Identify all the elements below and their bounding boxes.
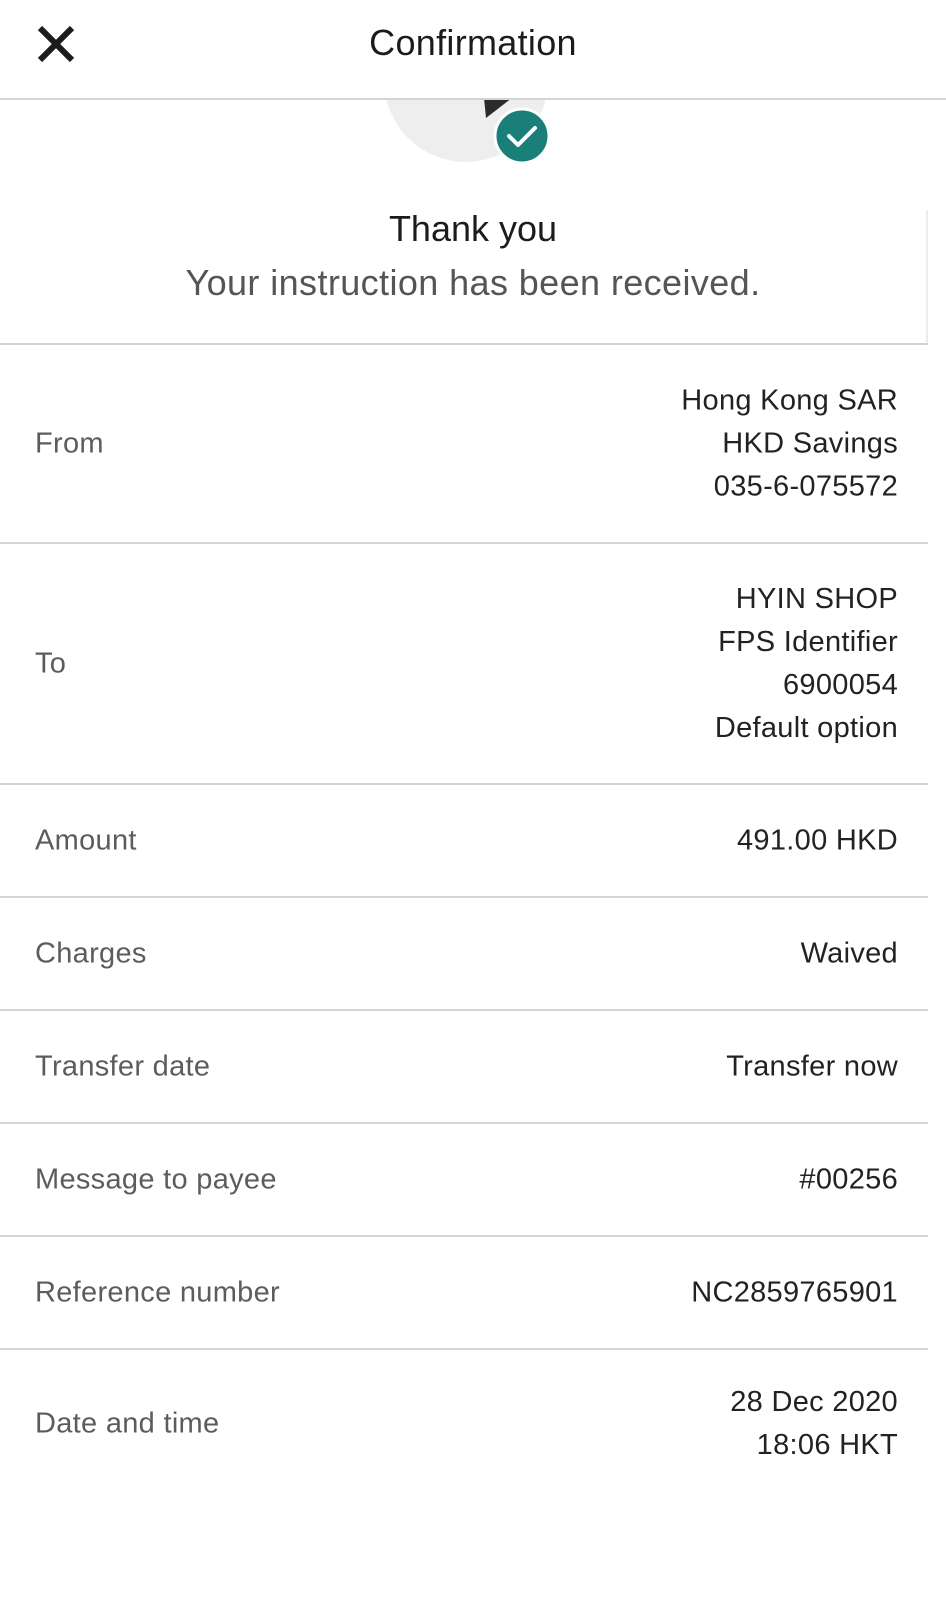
detail-label: Message to payee: [35, 1163, 277, 1195]
payee-option: Default option: [714, 711, 898, 744]
detail-value: HYIN SHOP FPS Identifier 6900054 Default…: [715, 578, 898, 750]
time-value: 18:06 HKT: [756, 1429, 898, 1461]
detail-value: Hong Kong SAR HKD Savings 035-6-075572: [681, 379, 898, 508]
detail-label: Transfer date: [35, 1050, 211, 1082]
amount-value: 491.00 HKD: [737, 824, 898, 856]
datetime-value: 28 Dec 2020 18:06 HKT: [730, 1381, 898, 1467]
detail-label: Charges: [35, 937, 147, 969]
payee-id: 6900054: [783, 668, 898, 701]
detail-label: To: [35, 647, 67, 679]
detail-row-from: From Hong Kong SAR HKD Savings 035-6-075…: [0, 343, 928, 542]
from-account-type: HKD Savings: [722, 427, 898, 459]
success-title: Thank you: [388, 208, 558, 249]
from-region: Hong Kong SAR: [681, 384, 898, 416]
detail-row-reference: Reference number NC2859765901: [0, 1235, 928, 1348]
from-account-number: 035-6-075572: [713, 470, 898, 502]
page-title: Confirmation: [369, 22, 577, 63]
transfer-date-value: Transfer now: [726, 1050, 898, 1082]
date-value: 28 Dec 2020: [730, 1386, 898, 1418]
detail-row-charges: Charges Waived: [0, 896, 928, 1009]
detail-row-amount: Amount 491.00 HKD: [0, 783, 928, 896]
detail-row-datetime: Date and time 28 Dec 2020 18:06 HKT: [0, 1348, 928, 1498]
detail-row-transfer-date: Transfer date Transfer now: [0, 1009, 928, 1122]
charges-value: Waived: [800, 937, 898, 969]
detail-row-message: Message to payee #00256: [0, 1122, 928, 1235]
message-value: #00256: [799, 1163, 898, 1195]
payee-name: HYIN SHOP: [735, 582, 898, 615]
detail-label: Date and time: [35, 1407, 220, 1440]
confirmation-screen: Confirmation Thank you Your instruction …: [0, 0, 946, 1600]
detail-label: Amount: [35, 824, 137, 856]
detail-label: Reference number: [35, 1276, 280, 1308]
scrollbar-track: [926, 210, 928, 345]
success-message: Your instruction has been received.: [185, 262, 761, 303]
detail-row-to: To HYIN SHOP FPS Identifier 6900054 Defa…: [0, 542, 928, 783]
header-bar: Confirmation: [0, 0, 946, 100]
reference-value: NC2859765901: [691, 1276, 898, 1308]
transfer-details: From Hong Kong SAR HKD Savings 035-6-075…: [0, 343, 928, 1498]
payee-id-type: FPS Identifier: [718, 625, 898, 658]
detail-label: From: [35, 427, 104, 459]
